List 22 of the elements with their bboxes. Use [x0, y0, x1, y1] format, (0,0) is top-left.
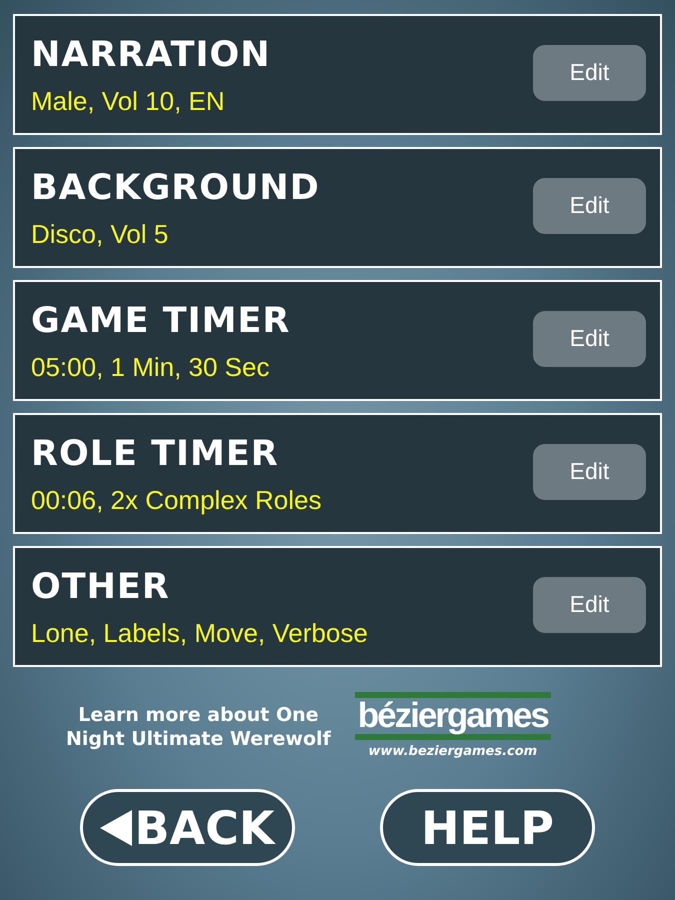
- setting-title: NARRATION: [31, 34, 271, 76]
- help-button[interactable]: HELP: [380, 789, 595, 866]
- back-button[interactable]: BACK: [80, 789, 295, 866]
- setting-summary: Male, Vol 10, EN: [31, 84, 226, 116]
- setting-title: OTHER: [31, 566, 171, 608]
- setting-title: ROLE TIMER: [31, 432, 280, 476]
- logo-url: www.beziergames.com: [368, 743, 538, 761]
- edit-button[interactable]: Edit: [533, 178, 646, 234]
- promo-link[interactable]: Learn more about One Night Ultimate Werewolf: [66, 702, 331, 750]
- setting-summary: 00:06, 2x Complex Roles: [31, 484, 322, 516]
- setting-summary: Lone, Labels, Move, Verbose: [31, 616, 368, 648]
- publisher-logo[interactable]: béziergames www.beziergames.com: [354, 692, 551, 761]
- triangle-left-icon: [100, 810, 132, 846]
- setting-summary: Disco, Vol 5: [31, 218, 170, 250]
- edit-button[interactable]: Edit: [533, 310, 646, 366]
- edit-button[interactable]: Edit: [533, 444, 646, 500]
- setting-title: GAME TIMER: [31, 300, 290, 342]
- setting-title: BACKGROUND: [31, 166, 320, 210]
- edit-button[interactable]: Edit: [533, 576, 646, 632]
- edit-button[interactable]: Edit: [533, 44, 646, 100]
- logo-wordmark: béziergames: [354, 692, 551, 740]
- setting-summary: 05:00, 1 Min, 30 Sec: [31, 350, 270, 382]
